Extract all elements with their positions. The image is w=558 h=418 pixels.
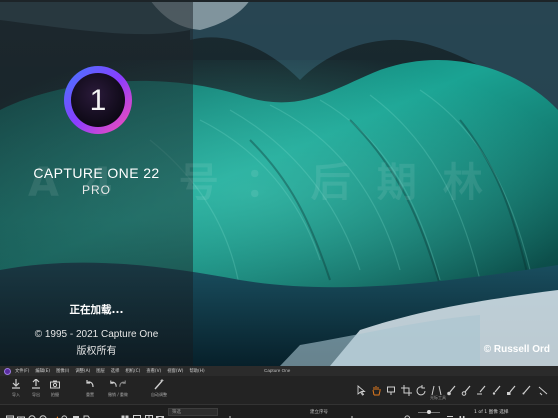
capture-one-logo-icon: 1 bbox=[64, 66, 132, 134]
filter-input[interactable]: 筛选 bbox=[168, 408, 218, 416]
keystone-tool[interactable] bbox=[431, 381, 442, 396]
brush-tool[interactable] bbox=[446, 381, 457, 396]
import-button[interactable]: 导入 bbox=[8, 379, 24, 401]
filter-placeholder: 筛选 bbox=[172, 410, 181, 415]
crop-icon bbox=[401, 385, 412, 396]
export-button[interactable]: 导出 bbox=[28, 379, 44, 401]
menu-file[interactable]: 文件(F) bbox=[15, 368, 29, 374]
search-button[interactable] bbox=[404, 408, 412, 418]
export-icon bbox=[32, 379, 40, 389]
list-view-button[interactable] bbox=[446, 408, 454, 417]
gradient-tool[interactable] bbox=[476, 381, 487, 395]
add-filter-button[interactable] bbox=[226, 408, 234, 418]
svg-text:1: 1 bbox=[90, 84, 107, 117]
annotate-tool[interactable] bbox=[538, 381, 549, 396]
main-toolbar: 导入 导出 拍摄 重置 撤销 / 重做 自动调整 光标工具 bbox=[0, 376, 558, 404]
reset-icon bbox=[86, 380, 94, 388]
heal-tool[interactable] bbox=[491, 381, 502, 395]
view-grid-button[interactable] bbox=[121, 408, 129, 418]
menu-adjust[interactable]: 调整(A) bbox=[75, 368, 90, 374]
menu-camera[interactable]: 相机(C) bbox=[125, 368, 140, 374]
layers-tab[interactable] bbox=[72, 408, 80, 418]
import-label: 导入 bbox=[12, 392, 20, 397]
window-top-edge bbox=[0, 0, 558, 2]
loupe-tool[interactable] bbox=[386, 381, 397, 395]
heal-icon bbox=[492, 385, 501, 395]
exposure-tab[interactable] bbox=[50, 408, 58, 418]
photo-credit: © Russell Ord bbox=[483, 344, 550, 355]
undo-redo-button[interactable]: 撤销 / 重做 bbox=[104, 379, 132, 401]
menu-layer[interactable]: 图层 bbox=[96, 368, 105, 374]
annotate-icon bbox=[538, 386, 548, 396]
view-mail-button[interactable] bbox=[156, 408, 164, 418]
menu-edit[interactable]: 编辑(E) bbox=[35, 368, 50, 374]
library-tab[interactable] bbox=[6, 408, 14, 418]
picker-tool[interactable] bbox=[521, 381, 532, 395]
splash-screen: A4 号：后期林 1 CAPTURE ONE 22 PRO 正在加载... © … bbox=[0, 0, 558, 366]
metadata-tab[interactable] bbox=[83, 408, 91, 418]
picker-icon bbox=[522, 385, 531, 395]
pause-button[interactable] bbox=[458, 408, 466, 418]
eraser-icon bbox=[461, 385, 471, 396]
menu-help[interactable]: 帮助(H) bbox=[189, 368, 204, 374]
export-label: 导出 bbox=[32, 392, 40, 397]
copyright-text: © 1995 - 2021 Capture One bbox=[34, 329, 159, 340]
clone-tool[interactable] bbox=[506, 381, 517, 395]
brush-icon bbox=[447, 385, 456, 396]
hand-icon bbox=[372, 386, 381, 396]
view-single-button[interactable] bbox=[133, 408, 141, 418]
menu-select[interactable]: 选择 bbox=[111, 368, 120, 374]
pan-tool[interactable] bbox=[371, 381, 382, 396]
import-icon bbox=[12, 379, 20, 389]
capture-label: 拍摄 bbox=[51, 392, 59, 397]
cursor-tools-label: 光标工具 bbox=[430, 395, 446, 400]
app-title: CAPTURE ONE 22 bbox=[33, 165, 160, 181]
menu-image[interactable]: 图像(I) bbox=[56, 368, 69, 374]
auto-adjust-label: 自动调整 bbox=[151, 392, 167, 397]
arrow-cursor-icon bbox=[357, 385, 366, 396]
image-count: 1 of 1 图像 选择 bbox=[474, 410, 509, 415]
rotate-tool[interactable] bbox=[416, 381, 427, 396]
sort-direction-button[interactable] bbox=[348, 408, 356, 418]
menu-view[interactable]: 查看(V) bbox=[146, 368, 161, 374]
reset-button[interactable]: 重置 bbox=[82, 379, 98, 401]
app-edition: PRO bbox=[81, 183, 111, 197]
reset-label: 重置 bbox=[86, 392, 94, 397]
eraser-tool[interactable] bbox=[461, 381, 472, 396]
browser-bottom-bar: 筛选 建立序号 1 of 1 图像 选择 bbox=[0, 404, 558, 418]
loading-status: 正在加载... bbox=[69, 304, 124, 316]
crop-tool[interactable] bbox=[401, 381, 412, 396]
rights-text: 版权所有 bbox=[76, 346, 117, 357]
camera-icon bbox=[50, 380, 60, 389]
capture-button[interactable]: 拍摄 bbox=[47, 379, 63, 401]
undo-redo-label: 撤销 / 重做 bbox=[108, 392, 128, 397]
auto-adjust-button[interactable]: 自动调整 bbox=[148, 379, 170, 401]
thumbnail-size-slider-handle[interactable] bbox=[427, 410, 431, 414]
view-compare-button[interactable] bbox=[145, 408, 153, 418]
loupe-icon bbox=[387, 386, 395, 395]
undo-redo-icon bbox=[110, 380, 126, 387]
menu-bar: 文件(F) 编辑(E) 图像(I) 调整(A) 图层 选择 相机(C) 查看(V… bbox=[0, 366, 558, 376]
lens-tab[interactable] bbox=[28, 408, 36, 418]
sort-label[interactable]: 建立序号 bbox=[310, 409, 328, 415]
magic-wand-icon bbox=[154, 379, 164, 390]
menu-window[interactable]: 视窗(W) bbox=[167, 368, 183, 374]
select-tool[interactable] bbox=[356, 381, 367, 396]
clone-icon bbox=[507, 385, 516, 395]
rotate-icon bbox=[416, 385, 426, 396]
details-tab[interactable] bbox=[61, 408, 69, 418]
capture-tab[interactable] bbox=[17, 408, 25, 418]
window-title: Capture One bbox=[264, 368, 291, 373]
gradient-brush-icon bbox=[477, 385, 486, 395]
color-tab[interactable] bbox=[39, 408, 47, 418]
app-icon[interactable] bbox=[4, 367, 11, 375]
